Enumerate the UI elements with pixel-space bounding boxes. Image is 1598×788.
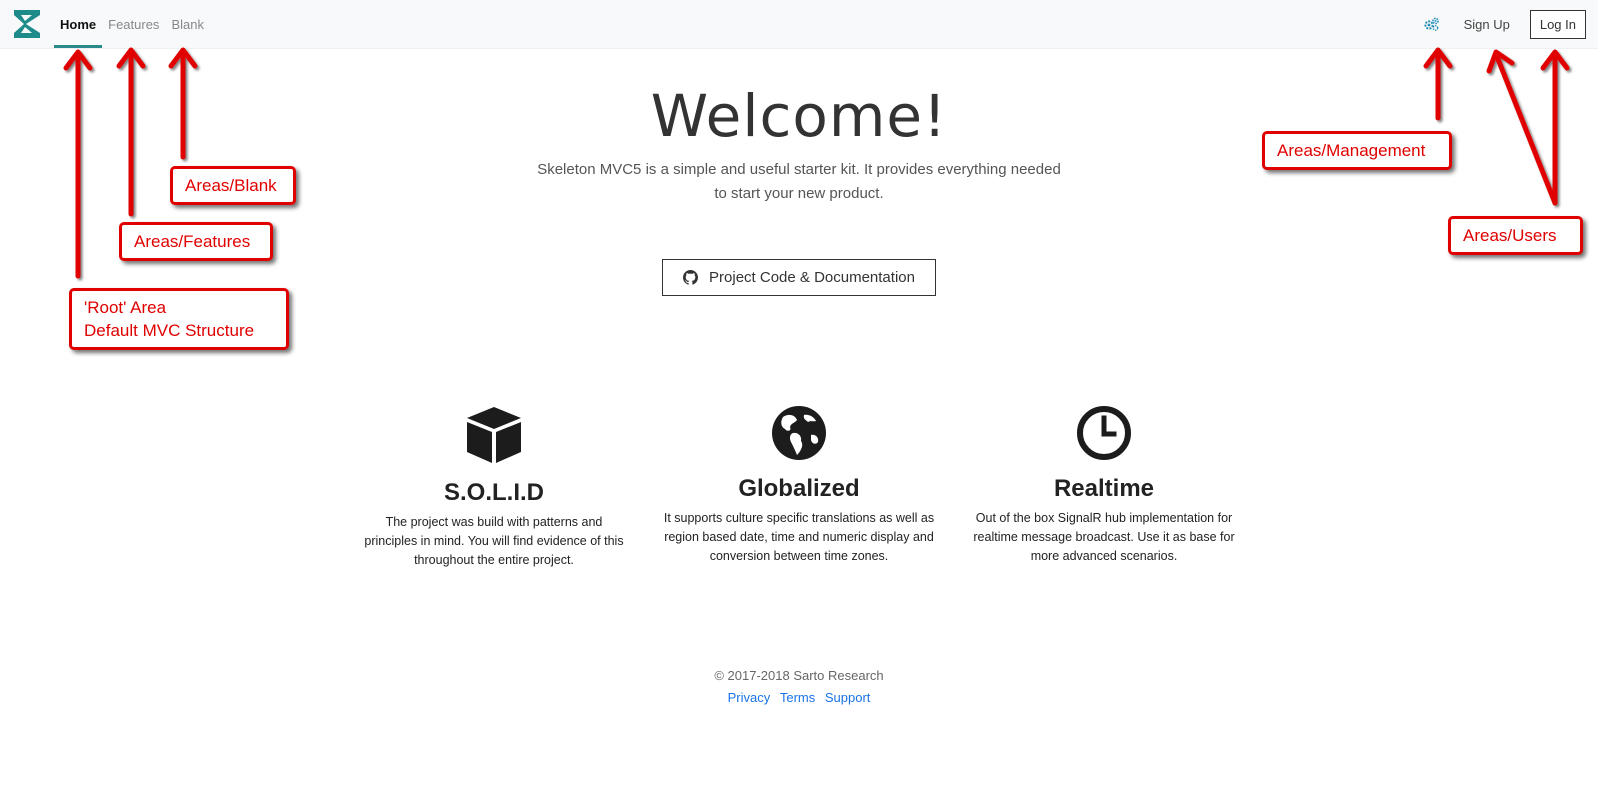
- account-nav: Sign Up Log In: [1422, 0, 1586, 48]
- feature-title: S.O.L.I.D: [443, 479, 544, 506]
- feature-description: The project was build with patterns and …: [364, 515, 624, 567]
- hero-lead-text: Skeleton MVC5 is a simple and useful sta…: [525, 158, 1073, 206]
- callout-areas-features: Areas/Features: [119, 222, 273, 261]
- footer-links: Privacy Terms Support: [0, 690, 1598, 705]
- nav-home-link[interactable]: Home: [54, 0, 103, 48]
- nav-blank-link[interactable]: Blank: [165, 0, 210, 48]
- feature-description: It supports culture specific translation…: [663, 511, 935, 563]
- callout-root-area: 'Root' Area Default MVC Structure: [69, 288, 289, 350]
- github-icon: [683, 270, 699, 285]
- terms-link[interactable]: Terms: [780, 690, 815, 705]
- hero-lead-line-2: to start your new product.: [714, 185, 884, 202]
- login-button[interactable]: Log In: [1529, 9, 1586, 39]
- project-docs-button[interactable]: Project Code & Documentation: [662, 259, 936, 296]
- callout-areas-blank: Areas/Blank: [170, 166, 296, 205]
- feature-globalized: Globalized It supports culture specific …: [663, 405, 935, 566]
- main-nav: Home Features Blank: [54, 0, 210, 48]
- project-docs-label: Project Code & Documentation: [709, 269, 915, 286]
- signup-link[interactable]: Sign Up: [1464, 17, 1510, 32]
- feature-title: Realtime: [1053, 475, 1155, 502]
- feature-realtime: Realtime Out of the box SignalR hub impl…: [968, 405, 1240, 566]
- callout-areas-management: Areas/Management: [1262, 131, 1452, 170]
- globe-icon: [772, 406, 826, 460]
- nav-features-link[interactable]: Features: [102, 0, 165, 48]
- feature-description: Out of the box SignalR hub implementatio…: [973, 511, 1235, 563]
- clock-icon: [1077, 406, 1131, 460]
- hero-lead-line-1: Skeleton MVC5 is a simple and useful sta…: [537, 161, 1061, 178]
- gears-icon[interactable]: [1422, 14, 1442, 34]
- cube-icon: [467, 407, 521, 463]
- support-link[interactable]: Support: [825, 690, 871, 705]
- footer-copyright: © 2017-2018 Sarto Research: [714, 668, 884, 683]
- top-navbar: Home Features Blank Sign Up Log In: [0, 0, 1598, 49]
- callout-areas-users: Areas/Users: [1448, 216, 1583, 255]
- feature-title: Globalized: [738, 475, 860, 502]
- feature-solid: S.O.L.I.D The project was build with pat…: [358, 405, 630, 570]
- sarto-logo-icon[interactable]: [12, 8, 42, 40]
- privacy-link[interactable]: Privacy: [728, 690, 771, 705]
